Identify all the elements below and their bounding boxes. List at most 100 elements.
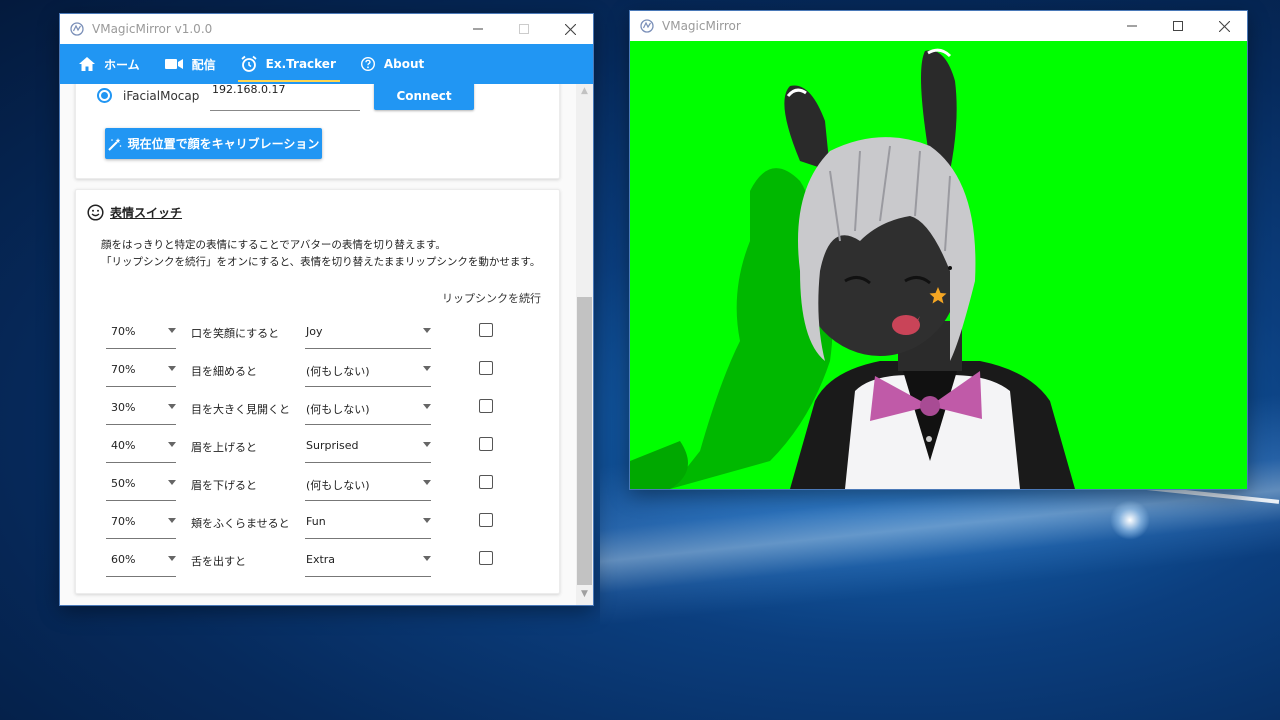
condition-label: 目を細めると (191, 365, 257, 378)
magic-wand-icon (107, 137, 122, 151)
expression-description-2: 「リップシンクを続行」をオンにすると、表情を切り替えたままリップシンクを動かせま… (101, 256, 541, 268)
expression-select[interactable]: (何もしない) (305, 353, 431, 387)
ip-address-input[interactable]: 192.168.0.17 (210, 84, 360, 111)
threshold-value: 70% (111, 363, 136, 376)
expression-switch-card: 表情スイッチ 顔をはっきりと特定の表情にすることでアバターの表情を切り替えます。… (75, 189, 560, 594)
scroll-up-arrow-icon[interactable]: ▲ (576, 86, 593, 100)
settings-titlebar[interactable]: VMagicMirror v1.0.0 (60, 14, 593, 44)
threshold-value: 50% (111, 477, 136, 490)
threshold-value: 70% (111, 325, 136, 338)
condition-label: 眉を下げると (191, 479, 257, 492)
chevron-down-icon (168, 556, 176, 561)
desktop-light-flare (1110, 500, 1150, 540)
chevron-down-icon (168, 404, 176, 409)
avatar-render (630, 48, 1075, 489)
expression-select[interactable]: Joy (305, 315, 431, 349)
chevron-down-icon (168, 480, 176, 485)
window-title: VMagicMirror (662, 19, 741, 33)
ex-tracker-content: iFacialMocap 192.168.0.17 Connect 現在位置で顔… (60, 84, 576, 605)
expression-value: Surprised (306, 439, 359, 452)
close-button[interactable] (1201, 11, 1247, 41)
lipsync-checkbox[interactable] (479, 513, 493, 527)
app-logo-icon (640, 19, 654, 33)
threshold-value: 30% (111, 401, 136, 414)
chevron-down-icon (423, 556, 431, 561)
threshold-select[interactable]: 60% (106, 543, 176, 577)
chevron-down-icon (168, 442, 176, 447)
expression-value: Fun (306, 515, 326, 528)
lipsync-column-header: リップシンクを続行 (442, 292, 541, 305)
connect-button[interactable]: Connect (374, 84, 474, 110)
calibrate-label: 現在位置で顔をキャリブレーション (127, 137, 320, 151)
preview-titlebar[interactable]: VMagicMirror (630, 11, 1247, 41)
condition-label: 眉を上げると (191, 441, 257, 454)
vertical-scrollbar[interactable]: ▲ ▼ (576, 84, 593, 605)
threshold-select[interactable]: 70% (106, 505, 176, 539)
chevron-down-icon (168, 366, 176, 371)
lipsync-checkbox[interactable] (479, 399, 493, 413)
threshold-value: 70% (111, 515, 136, 528)
threshold-select[interactable]: 30% (106, 391, 176, 425)
lipsync-checkbox[interactable] (479, 323, 493, 337)
minimize-icon (1127, 25, 1137, 27)
expression-row: 50% 眉を下げると (何もしない) (76, 467, 561, 505)
smiley-icon (87, 204, 104, 221)
scroll-down-arrow-icon[interactable]: ▼ (576, 589, 593, 603)
tab-ex-tracker[interactable]: Ex.Tracker (228, 44, 348, 84)
chevron-down-icon (168, 518, 176, 523)
tab-home[interactable]: ホーム (66, 44, 152, 84)
tab-streaming-label: 配信 (191, 57, 216, 72)
tab-about[interactable]: About (348, 44, 436, 84)
expression-select[interactable]: Extra (305, 543, 431, 577)
condition-label: 口を笑顔にすると (191, 327, 280, 340)
expression-row: 70% 口を笑顔にすると Joy (76, 315, 561, 353)
threshold-select[interactable]: 50% (106, 467, 176, 501)
expression-row: 30% 目を大きく見開くと (何もしない) (76, 391, 561, 429)
home-icon (78, 56, 96, 72)
threshold-value: 40% (111, 439, 136, 452)
expression-row: 40% 眉を上げると Surprised (76, 429, 561, 467)
maximize-button[interactable] (501, 14, 547, 44)
expression-row: 70% 目を細めると (何もしない) (76, 353, 561, 391)
calibrate-face-button[interactable]: 現在位置で顔をキャリブレーション (105, 128, 322, 159)
expression-row: 60% 舌を出すと Extra (76, 543, 561, 581)
chevron-down-icon (423, 366, 431, 371)
minimize-icon (473, 28, 483, 30)
threshold-select[interactable]: 70% (106, 315, 176, 349)
close-icon (564, 23, 576, 35)
threshold-select[interactable]: 70% (106, 353, 176, 387)
app-logo-icon (70, 22, 84, 36)
settings-window: VMagicMirror v1.0.0 ホーム 配信 Ex.Tracker Ab… (60, 14, 593, 605)
expression-select[interactable]: (何もしない) (305, 467, 431, 501)
expression-select[interactable]: Surprised (305, 429, 431, 463)
tab-streaming[interactable]: 配信 (152, 44, 228, 84)
avatar-viewport[interactable] (630, 41, 1247, 489)
expression-value: Extra (306, 553, 336, 566)
expression-select[interactable]: (何もしない) (305, 391, 431, 425)
expression-row: 70% 頬をふくらませると Fun (76, 505, 561, 543)
avatar-preview-window: VMagicMirror (630, 11, 1247, 489)
minimize-button[interactable] (455, 14, 501, 44)
lipsync-checkbox[interactable] (479, 551, 493, 565)
expression-select[interactable]: Fun (305, 505, 431, 539)
help-circle-icon (360, 56, 376, 72)
lipsync-checkbox[interactable] (479, 475, 493, 489)
chevron-down-icon (423, 518, 431, 523)
video-camera-icon (164, 57, 184, 71)
condition-label: 舌を出すと (191, 555, 246, 568)
expression-value: (何もしない) (306, 365, 370, 378)
main-nav: ホーム 配信 Ex.Tracker About (60, 44, 593, 84)
ifacialmocap-label: iFacialMocap (123, 89, 200, 103)
tab-ex-tracker-label: Ex.Tracker (265, 57, 336, 71)
maximize-icon (1173, 21, 1183, 31)
expression-value: (何もしない) (306, 403, 370, 416)
lipsync-checkbox[interactable] (479, 361, 493, 375)
ifacialmocap-radio[interactable] (97, 88, 112, 103)
close-button[interactable] (547, 14, 593, 44)
scroll-thumb[interactable] (577, 297, 592, 585)
close-icon (1218, 20, 1230, 32)
lipsync-checkbox[interactable] (479, 437, 493, 451)
maximize-button[interactable] (1155, 11, 1201, 41)
threshold-select[interactable]: 40% (106, 429, 176, 463)
minimize-button[interactable] (1109, 11, 1155, 41)
